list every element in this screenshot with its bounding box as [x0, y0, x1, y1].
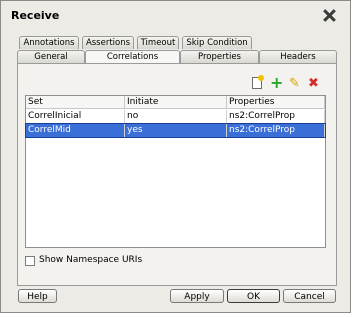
delete-icon[interactable]: ✖	[308, 77, 322, 91]
table-row[interactable]: CorrelInicial no ns2:CorrelProp	[26, 110, 325, 123]
correlations-table[interactable]: Set Initiate Properties CorrelInicial no…	[25, 95, 326, 248]
show-namespace-checkbox[interactable]	[25, 256, 35, 266]
tab-annotations[interactable]: Annotations	[19, 36, 79, 49]
cell-set: CorrelMid	[26, 124, 125, 137]
cell-properties: ns2:CorrelProp	[227, 124, 325, 137]
cancel-button[interactable]: Cancel	[283, 289, 336, 303]
edit-icon[interactable]: ✎	[289, 77, 303, 91]
add-icon[interactable]: +	[270, 75, 284, 91]
tab-properties[interactable]: Properties	[180, 50, 259, 63]
column-header-initiate[interactable]: Initiate	[125, 96, 227, 109]
new-icon[interactable]	[252, 75, 264, 89]
table-row-selected[interactable]: CorrelMid yes ns2:CorrelProp	[25, 123, 326, 138]
cell-properties: ns2:CorrelProp	[227, 110, 325, 123]
tab-skip-condition[interactable]: Skip Condition	[182, 36, 252, 49]
tab-timeout[interactable]: Timeout	[137, 36, 179, 49]
dialog-title: Receive	[11, 9, 60, 22]
cell-set: CorrelInicial	[26, 110, 125, 123]
column-header-properties[interactable]: Properties	[227, 96, 325, 109]
column-header-set[interactable]: Set	[26, 96, 125, 109]
show-namespace-label: Show Namespace URIs	[39, 255, 143, 265]
tab-general[interactable]: General	[17, 50, 85, 63]
title-bar: Receive	[1, 1, 350, 29]
apply-button[interactable]: Apply	[170, 289, 224, 303]
tab-assertions[interactable]: Assertions	[82, 36, 134, 49]
cell-initiate: yes	[125, 124, 227, 137]
ok-button[interactable]: OK	[227, 289, 280, 303]
cell-initiate: no	[125, 110, 227, 123]
help-button[interactable]: Help	[18, 289, 57, 303]
tab-correlations[interactable]: Correlations	[85, 50, 180, 64]
tab-headers[interactable]: Headers	[259, 50, 337, 63]
receive-dialog: Receive Annotations Assertions Timeout S…	[0, 0, 351, 313]
close-icon[interactable]	[323, 9, 336, 22]
